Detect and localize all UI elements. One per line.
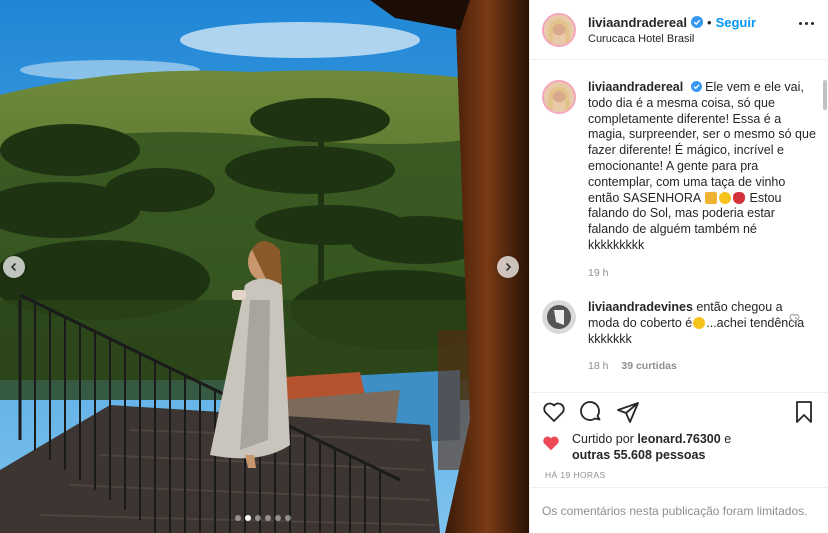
caption-text-start: Ele vem e ele vai, todo dia é a mesma co… bbox=[588, 80, 816, 205]
more-dots-icon bbox=[799, 22, 802, 25]
caption-avatar[interactable] bbox=[542, 80, 576, 114]
photo-scene bbox=[0, 0, 529, 533]
thinking-face-icon bbox=[693, 316, 706, 329]
commenter-avatar[interactable] bbox=[542, 300, 576, 334]
liked-by-heart-icon bbox=[543, 436, 559, 451]
rose-icon bbox=[733, 191, 746, 204]
raising-hands-icon bbox=[705, 191, 718, 204]
post-photo[interactable] bbox=[0, 0, 529, 533]
carousel-dot bbox=[285, 515, 291, 521]
follow-button[interactable]: Seguir bbox=[716, 15, 756, 30]
caption-username[interactable]: liviaandradereal bbox=[588, 80, 683, 94]
carousel-next-button[interactable] bbox=[497, 256, 519, 278]
caption-time[interactable]: 19 h bbox=[588, 267, 608, 279]
comment-like-heart-icon[interactable] bbox=[789, 313, 800, 324]
carousel-dot bbox=[235, 515, 241, 521]
carousel-dot bbox=[245, 515, 251, 521]
header-separator: • bbox=[707, 14, 712, 30]
commenter-username[interactable]: liviaandradevines bbox=[588, 300, 693, 314]
chevron-left-icon bbox=[10, 262, 17, 272]
like-heart-icon[interactable] bbox=[542, 400, 566, 424]
instagram-post: liviaandradereal • Seguir Curucaca Hotel… bbox=[0, 0, 828, 533]
post-side-panel: liviaandradereal • Seguir Curucaca Hotel… bbox=[529, 0, 828, 533]
comments-section[interactable]: liviaandradereal Ele vem e ele vai, todo… bbox=[530, 60, 828, 393]
likes-prefix: Curtido por bbox=[572, 432, 634, 446]
post-actions bbox=[542, 400, 816, 426]
liked-by-user[interactable]: leonard.76300 bbox=[637, 432, 720, 446]
comment-time[interactable]: 18 h bbox=[588, 360, 608, 372]
carousel-indicator bbox=[235, 515, 291, 521]
comments-scrollbar[interactable] bbox=[823, 80, 827, 110]
carousel-dot bbox=[275, 515, 281, 521]
comment-likes[interactable]: 39 curtidas bbox=[621, 360, 676, 372]
chevron-right-icon bbox=[505, 262, 512, 272]
header-text: liviaandradereal • Seguir Curucaca Hotel… bbox=[588, 15, 756, 45]
likes-conjunction: e bbox=[724, 432, 732, 446]
share-paper-plane-icon[interactable] bbox=[616, 400, 640, 424]
carousel-dot bbox=[265, 515, 271, 521]
location-link[interactable]: Curucaca Hotel Brasil bbox=[588, 33, 756, 45]
carousel-prev-button[interactable] bbox=[3, 256, 25, 278]
caption: liviaandradereal Ele vem e ele vai, todo… bbox=[542, 80, 816, 282]
post-timestamp[interactable]: HÁ 19 HORAS bbox=[545, 470, 606, 480]
likes-others[interactable]: outras 55.608 pessoas bbox=[572, 448, 705, 462]
author-username[interactable]: liviaandradereal bbox=[588, 15, 687, 30]
post-header: liviaandradereal • Seguir Curucaca Hotel… bbox=[530, 0, 828, 60]
comments-limited-notice: Os comentários nesta publicação foram li… bbox=[530, 487, 828, 533]
author-avatar[interactable] bbox=[542, 12, 576, 47]
more-options-button[interactable] bbox=[799, 22, 814, 25]
sun-icon bbox=[719, 191, 732, 204]
save-bookmark-icon[interactable] bbox=[792, 400, 816, 424]
comment-item: liviaandradevines então chegou a moda do… bbox=[542, 300, 816, 375]
carousel-dot bbox=[255, 515, 261, 521]
verified-badge-icon bbox=[691, 16, 703, 28]
verified-badge-icon bbox=[690, 81, 702, 92]
comment-bubble-icon[interactable] bbox=[579, 400, 603, 424]
likes-summary: Curtido por leonard.76300 e outras 55.60… bbox=[542, 431, 818, 463]
